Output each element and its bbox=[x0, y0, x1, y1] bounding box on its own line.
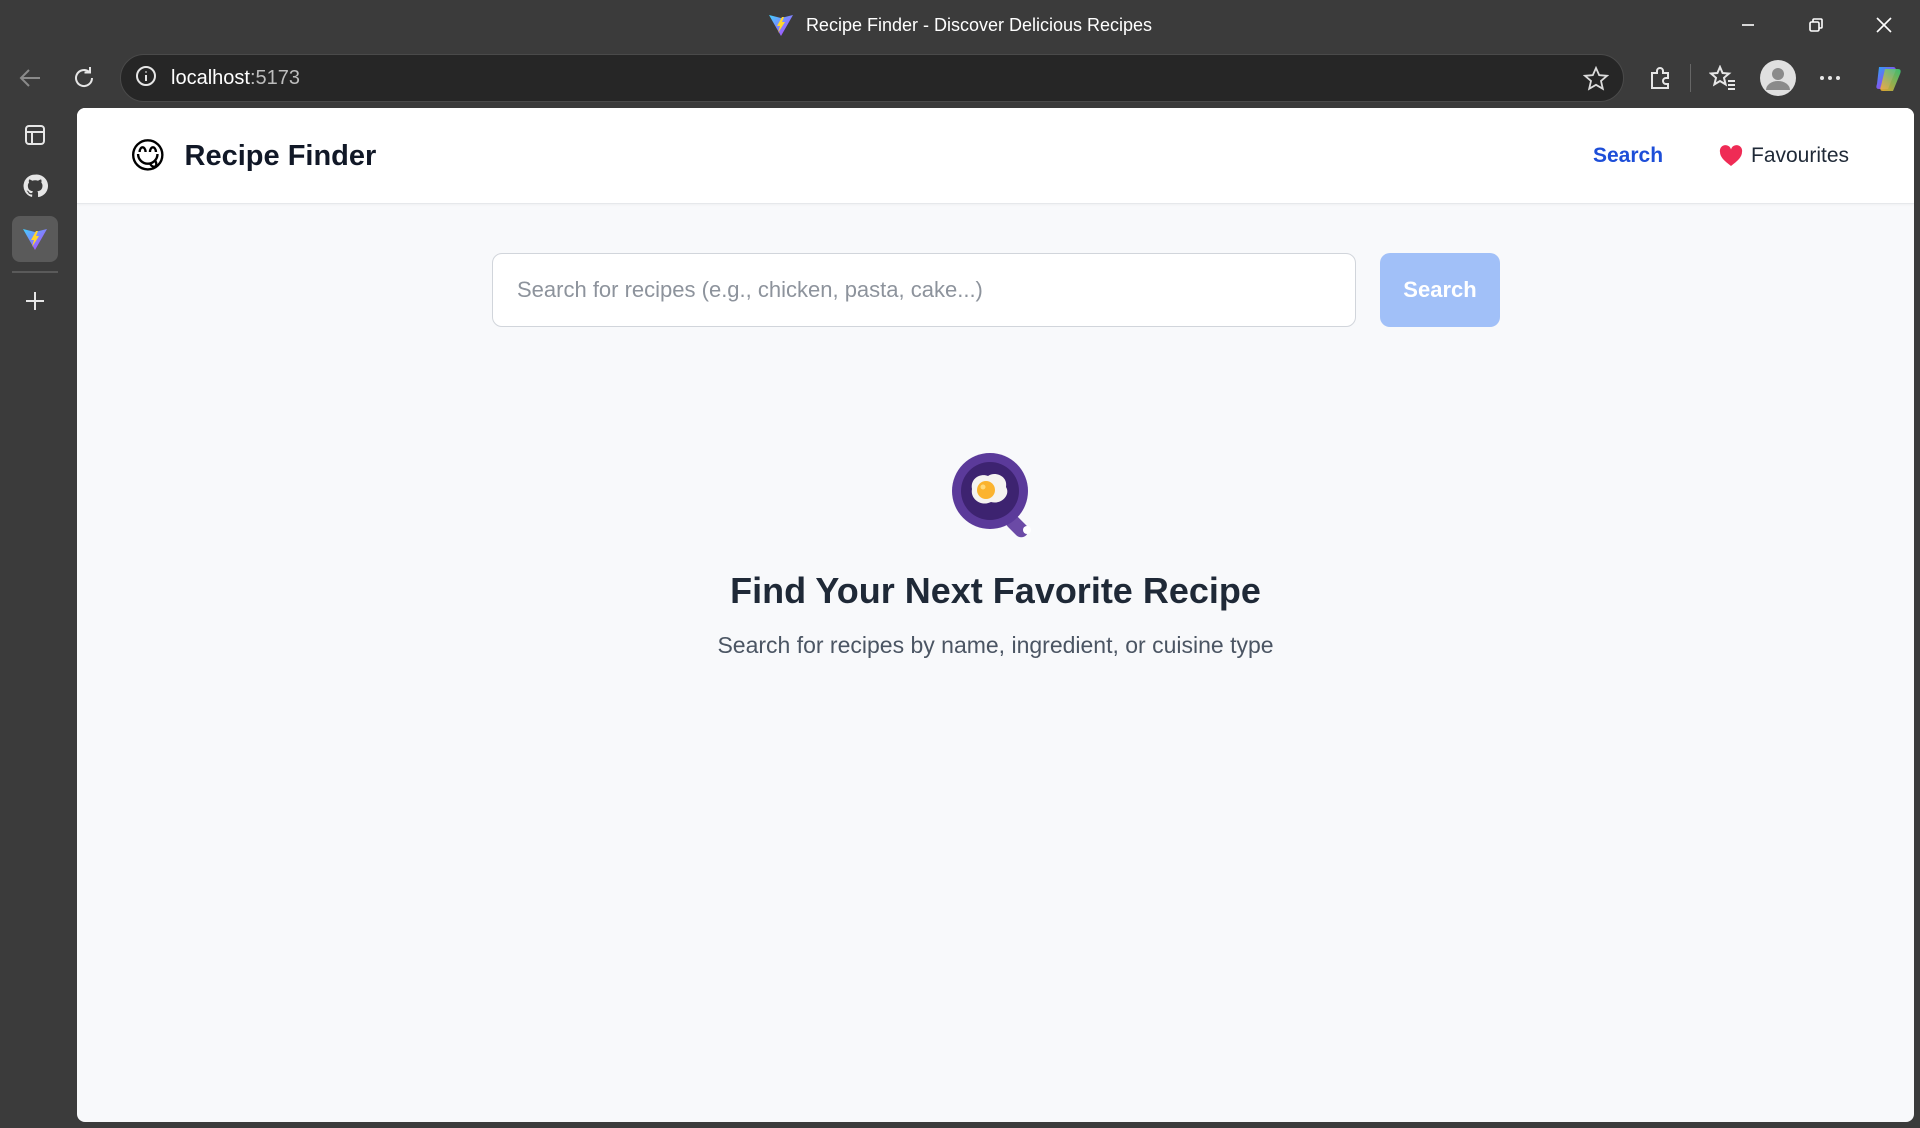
vite-icon bbox=[768, 15, 793, 36]
brand-name: Recipe Finder bbox=[184, 139, 377, 172]
search-form: Search bbox=[492, 253, 1500, 327]
restore-icon bbox=[1809, 18, 1823, 32]
vite-icon bbox=[23, 229, 47, 250]
puzzle-icon bbox=[1651, 67, 1669, 89]
favorites-button[interactable] bbox=[1703, 58, 1743, 98]
sidebar-item-vite[interactable] bbox=[12, 216, 58, 262]
site-header: 😋 Recipe Finder Search Favourites bbox=[77, 108, 1914, 204]
plus-icon bbox=[26, 292, 44, 310]
copilot-icon bbox=[1876, 67, 1901, 91]
info-icon[interactable] bbox=[135, 65, 157, 92]
url-port: :5173 bbox=[249, 66, 300, 89]
tab-view-icon bbox=[25, 125, 45, 145]
profile-avatar-icon bbox=[1760, 60, 1796, 96]
nav-link-favourites-label: Favourites bbox=[1751, 144, 1850, 167]
window-title: Recipe Finder - Discover Delicious Recip… bbox=[805, 14, 1153, 35]
search-button[interactable]: Search bbox=[1380, 253, 1500, 327]
browser-sidebar bbox=[0, 106, 72, 1128]
frying-pan-egg-icon bbox=[951, 453, 1031, 538]
copilot-button[interactable] bbox=[1866, 57, 1910, 99]
more-button[interactable] bbox=[1810, 58, 1850, 98]
github-icon bbox=[23, 174, 48, 198]
url-host: localhost bbox=[171, 66, 250, 89]
toolbar-divider bbox=[1690, 64, 1691, 92]
empty-state-title: Find Your Next Favorite Recipe bbox=[730, 570, 1261, 611]
tab-actions-button[interactable] bbox=[12, 112, 58, 158]
extensions-button[interactable] bbox=[1640, 58, 1680, 98]
back-arrow-icon bbox=[19, 69, 40, 87]
title-bar: Recipe Finder - Discover Delicious Recip… bbox=[0, 0, 1920, 50]
add-sidebar-item-button[interactable] bbox=[12, 278, 58, 324]
brand[interactable]: 😋 Recipe Finder bbox=[129, 136, 376, 176]
profile-button[interactable] bbox=[1756, 56, 1800, 100]
heart-icon bbox=[1719, 145, 1743, 166]
minimize-icon bbox=[1742, 24, 1754, 26]
star-icon[interactable] bbox=[1582, 65, 1610, 97]
nav-link-search[interactable]: Search bbox=[1593, 144, 1663, 168]
back-button[interactable] bbox=[10, 58, 50, 98]
sidebar-item-github[interactable] bbox=[12, 163, 58, 209]
browser-toolbar: localhost:5173 bbox=[0, 50, 1920, 106]
nav-link-favourites[interactable]: Favourites bbox=[1719, 144, 1849, 168]
more-icon bbox=[1820, 76, 1840, 80]
empty-state: Find Your Next Favorite Recipe Search fo… bbox=[77, 451, 1914, 659]
minimize-button[interactable] bbox=[1714, 0, 1782, 50]
empty-state-subtitle: Search for recipes by name, ingredient, … bbox=[717, 632, 1274, 658]
address-bar[interactable]: localhost:5173 bbox=[120, 54, 1624, 102]
brand-emoji-icon: 😋 bbox=[129, 135, 167, 176]
page-viewport: 😋 Recipe Finder Search Favourites Search bbox=[77, 108, 1914, 1122]
close-icon bbox=[1876, 17, 1892, 33]
url-text[interactable]: localhost:5173 bbox=[171, 67, 300, 90]
restore-button[interactable] bbox=[1782, 0, 1850, 50]
favorites-icon bbox=[1709, 65, 1735, 90]
reload-button[interactable] bbox=[64, 58, 104, 98]
browser-window: Recipe Finder - Discover Delicious Recip… bbox=[0, 0, 1920, 1128]
reload-icon bbox=[75, 67, 94, 87]
close-button[interactable] bbox=[1850, 0, 1918, 50]
search-input[interactable] bbox=[492, 253, 1356, 327]
sidebar-divider bbox=[12, 271, 58, 273]
